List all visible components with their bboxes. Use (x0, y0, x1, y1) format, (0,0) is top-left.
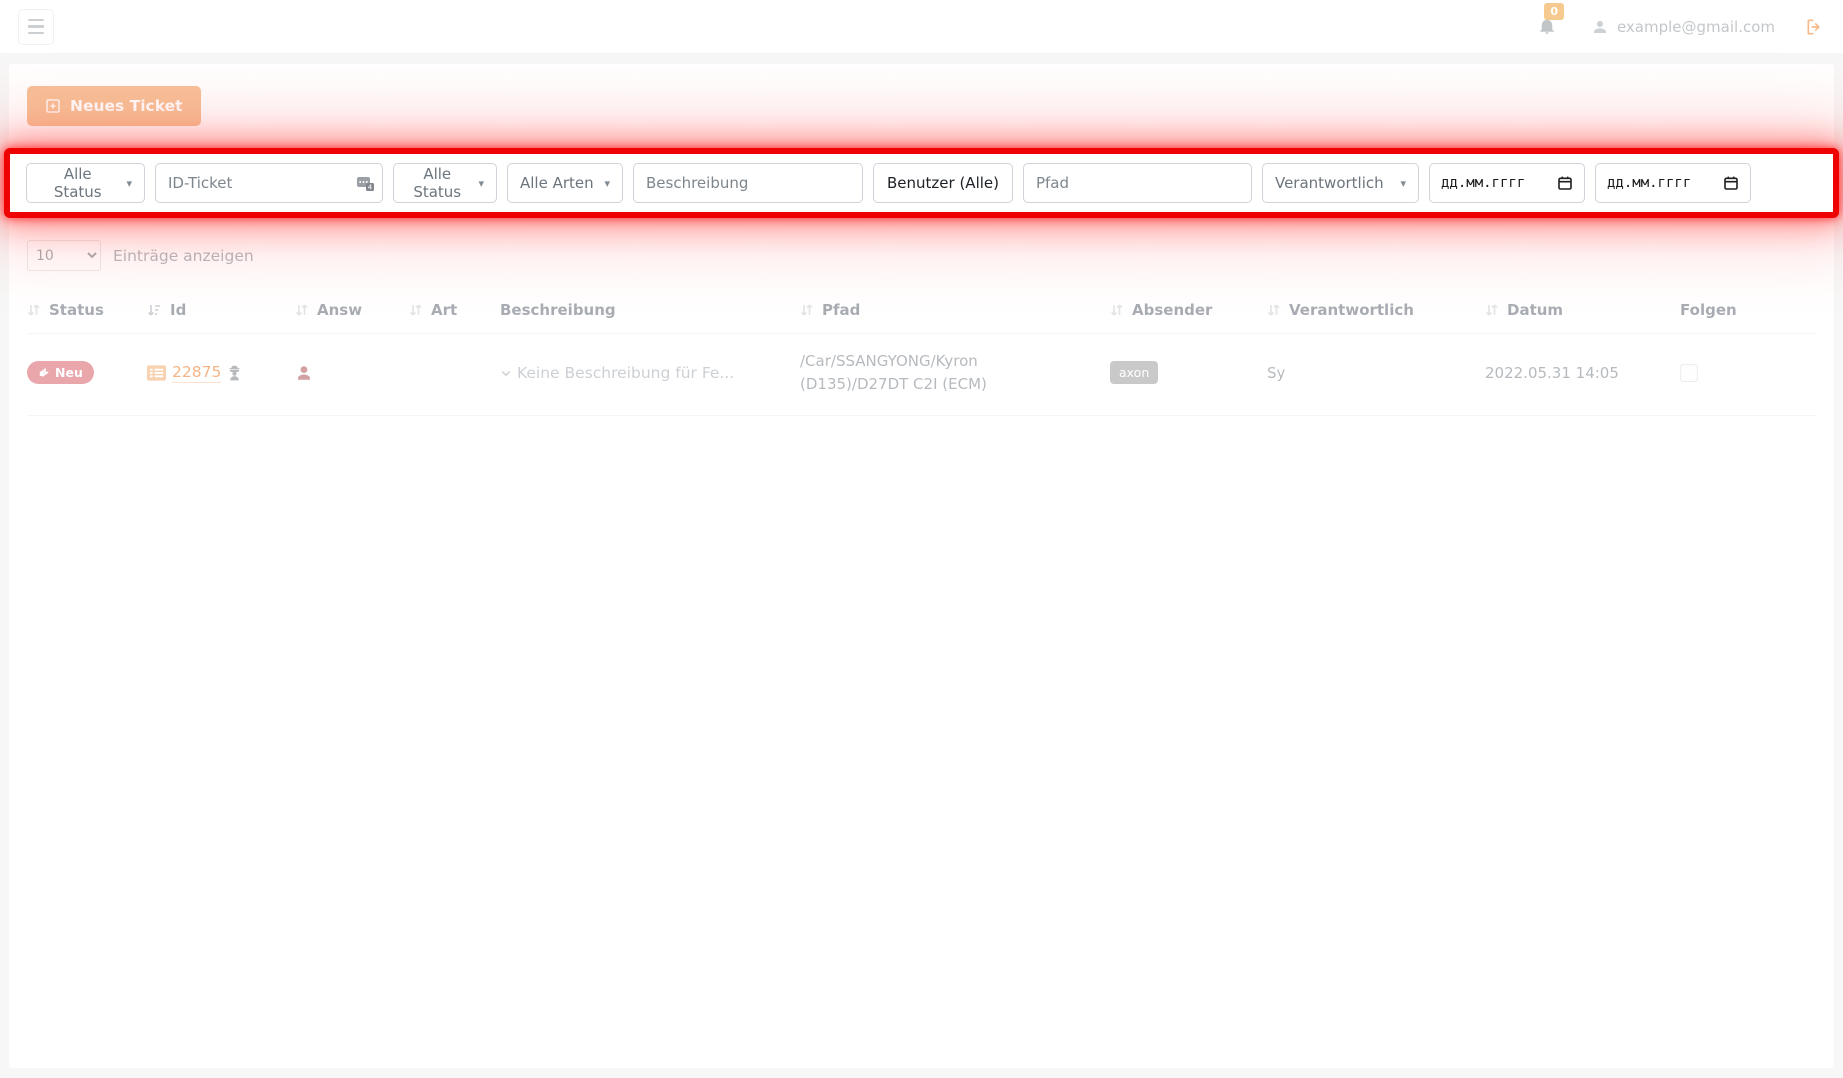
list-icon (147, 364, 166, 381)
cell-status: Neu (27, 361, 147, 384)
header-answ[interactable]: Answ (295, 301, 409, 319)
status2-filter-label: Alle Status (413, 165, 462, 201)
calendar-icon (1723, 175, 1739, 191)
status-badge: Neu (27, 361, 94, 384)
user-secret-icon (227, 365, 242, 381)
id-ticket-field-wrap: 4 (155, 163, 383, 203)
top-navbar: 0 example@gmail.com (0, 0, 1843, 54)
ticket-icon (38, 367, 50, 378)
header-status[interactable]: Status (27, 301, 147, 319)
cell-absender: axon (1110, 361, 1267, 384)
sort-icon[interactable] (1110, 303, 1123, 317)
date-from-value: дд.мм.гггг (1440, 175, 1526, 191)
status-filter-dropdown[interactable]: Alle Status ▾ (26, 163, 145, 203)
numpad-icon: 4 (357, 175, 374, 191)
folgen-checkbox[interactable] (1680, 363, 1698, 382)
menu-button[interactable] (18, 8, 54, 45)
filter-bar-highlight: Alle Status ▾ 4 Alle Status ▾ Alle Arten… (4, 148, 1839, 218)
notification-badge: 0 (1544, 3, 1564, 21)
user-email: example@gmail.com (1616, 17, 1775, 36)
logout-icon (1805, 17, 1825, 37)
svg-text:4: 4 (368, 184, 373, 192)
header-id[interactable]: Id (147, 301, 295, 319)
cell-answ (295, 364, 409, 382)
cell-verantwortlich: Sy (1267, 363, 1286, 382)
sort-icon[interactable] (27, 303, 40, 317)
absender-badge: axon (1110, 361, 1159, 384)
verantwortlich-label: Verantwortlich (1274, 174, 1384, 192)
verantwortlich-dropdown[interactable]: Verantwortlich ▾ (1261, 163, 1419, 203)
sort-active-icon[interactable] (147, 303, 161, 317)
caret-down-icon: ▾ (604, 176, 610, 190)
menu-icon (28, 18, 44, 22)
beschreibung-input[interactable] (633, 163, 863, 203)
chevron-down-icon (500, 367, 512, 379)
list-controls: 10 Einträge anzeigen (27, 240, 1816, 271)
date-to-input[interactable]: дд.мм.гггг (1594, 163, 1751, 203)
table-header-row: Status Id Answ Art Beschreibung Pfad Abs… (27, 295, 1816, 334)
notifications-button[interactable]: 0 (1538, 3, 1564, 36)
main-panel: Neues Ticket Alle Status ▾ 4 Alle Status… (4, 64, 1839, 1068)
entries-label: Einträge anzeigen (113, 246, 254, 265)
plus-square-icon (45, 98, 61, 114)
logout-button[interactable] (1805, 17, 1825, 37)
user-menu[interactable]: example@gmail.com (1592, 18, 1775, 36)
page-size-select[interactable]: 10 (27, 240, 101, 271)
ticket-id-link[interactable]: 22875 (172, 363, 222, 383)
sort-icon[interactable] (409, 303, 422, 317)
sort-icon[interactable] (1485, 303, 1498, 317)
cell-id: 22875 (147, 363, 295, 383)
caret-down-icon: ▾ (1400, 176, 1406, 190)
person-icon (295, 364, 313, 382)
status-filter-label: Alle Status (53, 165, 102, 201)
filter-bar: Alle Status ▾ 4 Alle Status ▾ Alle Arten… (26, 163, 1817, 203)
header-absender[interactable]: Absender (1110, 301, 1267, 319)
header-datum[interactable]: Datum (1485, 301, 1680, 319)
caret-down-icon: ▾ (126, 176, 132, 190)
benutzer-filter-button[interactable]: Benutzer (Alle) (873, 163, 1013, 203)
navbar-right: 0 example@gmail.com (1538, 3, 1825, 37)
sort-icon[interactable] (295, 303, 308, 317)
header-pfad[interactable]: Pfad (800, 301, 1110, 319)
sort-icon[interactable] (800, 303, 813, 317)
pfad-input[interactable] (1022, 163, 1252, 203)
header-beschreibung[interactable]: Beschreibung (500, 301, 800, 319)
cell-datum: 2022.05.31 14:05 (1485, 363, 1619, 382)
arten-filter-label: Alle Arten (520, 174, 594, 192)
id-ticket-input[interactable] (155, 163, 383, 203)
new-ticket-button[interactable]: Neues Ticket (27, 86, 201, 126)
date-to-value: дд.мм.гггг (1606, 175, 1692, 191)
cell-folgen (1680, 363, 1816, 382)
sort-icon[interactable] (1267, 303, 1280, 317)
header-verantwortlich[interactable]: Verantwortlich (1267, 301, 1485, 319)
header-art[interactable]: Art (409, 301, 500, 319)
date-from-input[interactable]: дд.мм.гггг (1428, 163, 1585, 203)
new-ticket-label: Neues Ticket (70, 97, 183, 115)
calendar-icon (1557, 175, 1573, 191)
caret-down-icon: ▾ (478, 176, 484, 190)
cell-pfad: /Car/SSANGYONG/Kyron (D135)/D27DT C2I (E… (800, 352, 987, 393)
header-folgen: Folgen (1680, 301, 1737, 319)
cell-beschreibung[interactable]: Keine Beschreibung für Fe... (500, 364, 800, 382)
user-icon (1592, 19, 1608, 35)
status2-filter-dropdown[interactable]: Alle Status ▾ (393, 163, 497, 203)
arten-filter-dropdown[interactable]: Alle Arten ▾ (507, 163, 623, 203)
table-row: Neu 22875 Keine Beschreibung für Fe... /… (27, 334, 1816, 416)
